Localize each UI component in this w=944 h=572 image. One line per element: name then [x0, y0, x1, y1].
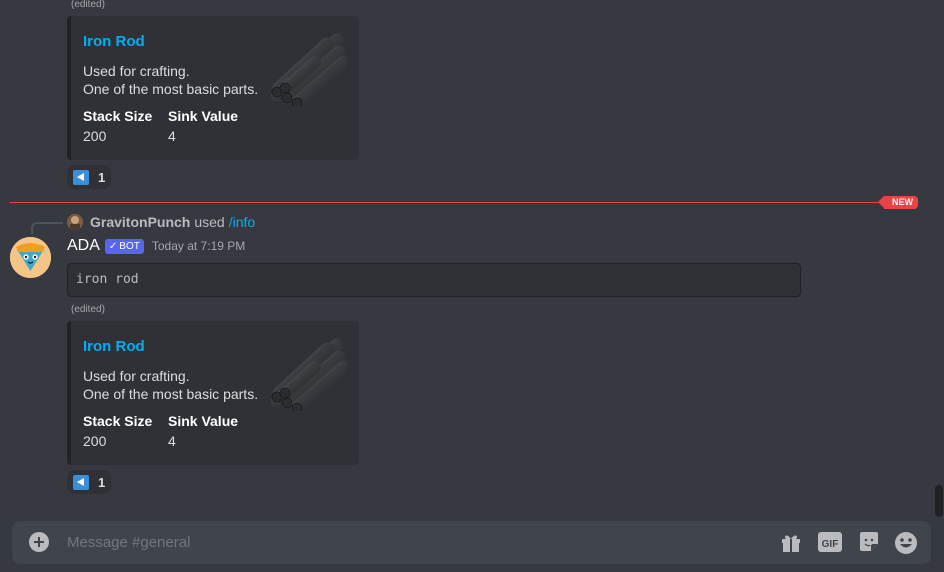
embed-description-line: Used for crafting. [83, 368, 190, 384]
reply-connector [31, 222, 63, 234]
embed-card: Iron Rod Used for crafting. One of the m… [67, 321, 359, 465]
iron-rod-image[interactable] [265, 32, 347, 106]
field-value: 4 [168, 128, 176, 144]
bot-tag-label: BOT [119, 240, 140, 252]
field-value: 200 [83, 128, 107, 144]
gif-label: GIF [822, 539, 839, 550]
avatar[interactable] [10, 237, 51, 278]
field-name: Stack Size [83, 413, 153, 429]
left-arrow-emoji-icon [73, 474, 89, 490]
reply-command[interactable]: /info [229, 214, 255, 230]
left-arrow-emoji-icon [73, 169, 89, 185]
edited-label: (edited) [71, 0, 105, 10]
embed-title[interactable]: Iron Rod [83, 338, 145, 355]
scrollbar-thumb[interactable] [935, 485, 943, 517]
embed-card: Iron Rod Used for crafting. One of the m… [67, 16, 359, 160]
reaction-button[interactable]: 1 [67, 165, 111, 189]
message-composer: GIF [12, 521, 931, 564]
field-name: Sink Value [168, 108, 239, 124]
embed-field-sink-value: Sink Value 4 [168, 411, 238, 451]
field-value: 4 [168, 433, 176, 449]
timestamp[interactable]: Today at 7:19 PM [152, 239, 245, 253]
iron-rod-image[interactable] [265, 337, 347, 411]
gif-icon[interactable]: GIF [818, 531, 842, 553]
embed-title[interactable]: Iron Rod [83, 33, 145, 50]
embed-description-line: Used for crafting. [83, 63, 190, 79]
reaction-count: 1 [98, 169, 106, 185]
reply-reference[interactable]: GravitonPunch used /info [67, 213, 255, 231]
field-value: 200 [83, 433, 107, 449]
embed-field-stack-size: Stack Size 200 [83, 106, 152, 146]
reply-used-text: used [194, 214, 225, 230]
embed-field-stack-size: Stack Size 200 [83, 411, 152, 451]
reaction-button[interactable]: 1 [67, 470, 111, 494]
message-header: ADA ✓ BOT Today at 7:19 PM [67, 236, 245, 256]
embed-field-sink-value: Sink Value 4 [168, 106, 238, 146]
author-name[interactable]: ADA [67, 237, 100, 255]
embed-description: Used for crafting. One of the most basic… [83, 367, 258, 403]
new-messages-divider [10, 202, 884, 203]
message-input[interactable] [67, 521, 767, 564]
code-block: iron rod [67, 263, 801, 297]
bot-tag: ✓ BOT [104, 238, 144, 254]
embed-description: Used for crafting. One of the most basic… [83, 62, 258, 98]
field-name: Sink Value [168, 413, 239, 429]
reaction-count: 1 [98, 474, 106, 490]
embed-description-line: One of the most basic parts. [83, 386, 259, 402]
gift-icon[interactable] [780, 531, 802, 553]
add-attachment-icon[interactable] [29, 532, 49, 552]
verified-check-icon: ✓ [108, 240, 118, 252]
reply-username[interactable]: GravitonPunch [90, 214, 190, 230]
field-name: Stack Size [83, 108, 153, 124]
reply-user-avatar[interactable] [67, 214, 83, 230]
edited-label: (edited) [71, 304, 105, 315]
embed-description-line: One of the most basic parts. [83, 81, 259, 97]
new-badge: NEW [878, 196, 918, 209]
sticker-icon[interactable] [858, 531, 880, 553]
emoji-icon[interactable] [894, 531, 918, 555]
